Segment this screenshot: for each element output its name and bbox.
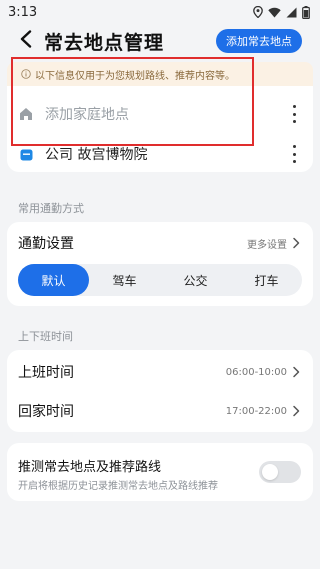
home-place-row[interactable]: 添加家庭地点: [7, 94, 313, 134]
toggle-knob: [262, 464, 278, 480]
commute-settings-value: 更多设置: [247, 239, 287, 251]
work-time-value: 06:00-10:00: [225, 366, 287, 378]
commute-mode-drive[interactable]: 驾车: [89, 264, 160, 296]
company-icon: [19, 147, 33, 161]
wifi-icon: [268, 7, 281, 18]
company-place-label: 公司 故宫博物院: [45, 147, 148, 163]
commute-section-title: 常用通勤方式: [18, 202, 84, 215]
company-place-row[interactable]: 公司 故宫博物院: [7, 134, 313, 174]
home-icon: [19, 107, 33, 121]
home-time-row[interactable]: 回家时间 17:00-22:00: [7, 393, 313, 429]
predict-title: 推测常去地点及推荐路线: [18, 460, 162, 475]
location-icon: [253, 6, 263, 18]
privacy-notice: 以下信息仅用于为您规划路线、推荐内容等。: [7, 62, 313, 86]
commute-settings-label: 通勤设置: [18, 236, 74, 252]
privacy-notice-text: 以下信息仅用于为您规划路线、推荐内容等。: [35, 70, 235, 82]
status-time: 3:13: [8, 4, 38, 20]
chevron-right-icon: [290, 366, 302, 378]
commute-mode-transit[interactable]: 公交: [160, 264, 231, 296]
page-title: 常去地点管理: [44, 32, 165, 54]
status-icons: [253, 5, 310, 19]
home-time-label: 回家时间: [18, 404, 74, 420]
signal-icon: [286, 7, 297, 18]
status-bar: 3:13: [0, 0, 320, 24]
commute-mode-selector: 默认 驾车 公交 打车: [18, 264, 302, 296]
commute-mode-default[interactable]: 默认: [18, 264, 89, 296]
home-place-label: 添加家庭地点: [45, 107, 129, 123]
back-button[interactable]: [14, 29, 38, 53]
predict-description: 开启将根据历史记录推测常去地点及路线推荐: [18, 481, 218, 492]
commute-mode-taxi[interactable]: 打车: [231, 264, 302, 296]
work-time-label: 上班时间: [18, 365, 74, 381]
chevron-left-icon: [19, 30, 33, 52]
home-more-button[interactable]: [287, 105, 301, 123]
add-place-button[interactable]: 添加常去地点: [216, 29, 302, 53]
chevron-right-icon: [290, 405, 302, 417]
company-more-button[interactable]: [287, 145, 301, 163]
chevron-right-icon: [290, 237, 302, 249]
work-time-row[interactable]: 上班时间 06:00-10:00: [7, 354, 313, 390]
battery-icon: [302, 5, 310, 19]
commute-settings-row[interactable]: 通勤设置 更多设置: [7, 225, 313, 261]
home-time-value: 17:00-22:00: [225, 405, 287, 417]
info-icon: [21, 69, 31, 79]
predict-toggle[interactable]: [259, 461, 301, 483]
schedule-section-title: 上下班时间: [18, 330, 73, 343]
header: 常去地点管理 添加常去地点: [0, 26, 320, 56]
